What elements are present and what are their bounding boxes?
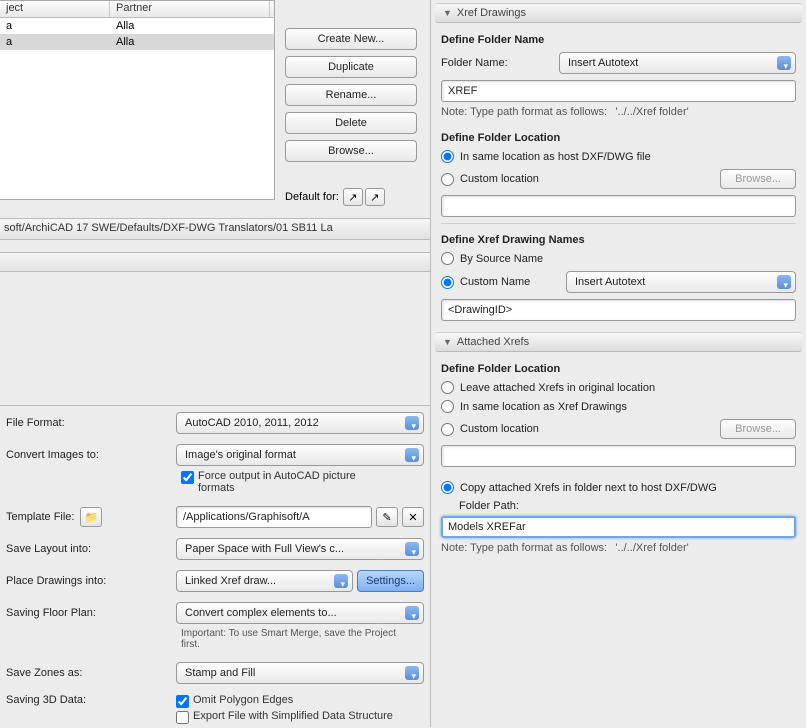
same-as-xref-radio[interactable] (441, 400, 454, 413)
same-location-radio[interactable] (441, 150, 454, 163)
drawing-id-input[interactable] (441, 299, 796, 321)
file-format-label: File Format: (6, 417, 176, 429)
col-header-project[interactable]: ject (0, 1, 110, 17)
leave-attached-radio[interactable] (441, 381, 454, 394)
save-zones-label: Save Zones as: (6, 667, 176, 679)
delete-button[interactable]: Delete (285, 112, 417, 134)
saving-floor-plan-dropdown[interactable]: Convert complex elements to... (176, 602, 424, 624)
custom-location-browse-button[interactable]: Browse... (720, 169, 796, 189)
path-format-note: Note: Type path format as follows: '../.… (441, 106, 796, 118)
section-divider (0, 252, 430, 272)
list-row[interactable]: a Alla (0, 18, 274, 34)
browse-button[interactable]: Browse... (285, 140, 417, 162)
convert-images-label: Convert Images to: (6, 449, 176, 461)
template-action-1[interactable]: ✎ (376, 507, 398, 527)
attached-path-format-note: Note: Type path format as follows: '../.… (441, 542, 796, 554)
folder-name-input[interactable] (441, 80, 796, 102)
settings-button[interactable]: Settings... (357, 570, 424, 592)
duplicate-button[interactable]: Duplicate (285, 56, 417, 78)
path-display: soft/ArchiCAD 17 SWE/Defaults/DXF-DWG Tr… (0, 218, 430, 240)
template-file-label: Template File: (6, 511, 74, 523)
list-header: ject Partner (0, 1, 274, 18)
section-title: Xref Drawings (457, 7, 526, 19)
section-title: Attached Xrefs (457, 336, 529, 348)
by-source-name-label: By Source Name (460, 253, 543, 265)
create-new-button[interactable]: Create New... (285, 28, 417, 50)
custom-name-radio[interactable] (441, 276, 454, 289)
list-row[interactable]: a Alla (0, 34, 274, 50)
omit-polygon-label: Omit Polygon Edges (193, 694, 293, 706)
custom-name-label: Custom Name (460, 276, 560, 288)
custom-name-autotext-dropdown[interactable]: Insert Autotext (566, 271, 796, 293)
default-for-icon-1[interactable]: ↗ (343, 188, 363, 206)
save-layout-dropdown[interactable]: Paper Space with Full View's c... (176, 538, 424, 560)
clear-icon: ✕ (408, 511, 417, 524)
attached-custom-location-input[interactable] (441, 445, 796, 467)
arrow-icon: ↗ (348, 191, 357, 204)
folder-name-label: Folder Name: (441, 57, 551, 69)
by-source-name-radio[interactable] (441, 252, 454, 265)
saving-3d-label: Saving 3D Data: (6, 694, 176, 706)
default-for-icon-2[interactable]: ↗ (365, 188, 385, 206)
same-as-xref-label: In same location as Xref Drawings (460, 401, 627, 413)
translators-list[interactable]: ject Partner a Alla a Alla (0, 0, 275, 200)
col-header-partner[interactable]: Partner (110, 1, 270, 17)
place-drawings-dropdown[interactable]: Linked Xref draw... (176, 570, 353, 592)
file-format-dropdown[interactable]: AutoCAD 2010, 2011, 2012 (176, 412, 424, 434)
attached-xrefs-section-header[interactable]: ▼ Attached Xrefs (435, 332, 802, 352)
place-drawings-label: Place Drawings into: (6, 575, 176, 587)
arrow-icon: ↗ (370, 191, 379, 204)
attached-custom-location-radio[interactable] (441, 423, 454, 436)
force-output-checkbox[interactable] (181, 471, 194, 484)
define-folder-location-heading: Define Folder Location (441, 132, 796, 144)
copy-attached-radio[interactable] (441, 481, 454, 494)
default-for-row: Default for: ↗ ↗ (285, 188, 385, 206)
custom-location-label: Custom location (460, 173, 539, 185)
folder-icon: 📁 (85, 511, 99, 524)
same-location-label: In same location as host DXF/DWG file (460, 151, 651, 163)
attached-browse-button[interactable]: Browse... (720, 419, 796, 439)
saving-floor-plan-label: Saving Floor Plan: (6, 607, 176, 619)
define-xref-names-heading: Define Xref Drawing Names (441, 234, 796, 246)
omit-polygon-checkbox[interactable] (176, 695, 189, 708)
copy-attached-label: Copy attached Xrefs in folder next to ho… (460, 482, 717, 494)
default-for-label: Default for: (285, 191, 339, 203)
custom-location-radio[interactable] (441, 173, 454, 186)
convert-images-dropdown[interactable]: Image's original format (176, 444, 424, 466)
edit-icon: ✎ (382, 511, 391, 524)
folder-path-label: Folder Path: (459, 500, 796, 512)
folder-icon-button[interactable]: 📁 (80, 507, 102, 527)
rename-button[interactable]: Rename... (285, 84, 417, 106)
export-simplified-label: Export File with Simplified Data Structu… (193, 710, 393, 722)
folder-path-input[interactable] (441, 516, 796, 538)
custom-location-input[interactable] (441, 195, 796, 217)
xref-drawings-section-header[interactable]: ▼ Xref Drawings (435, 3, 802, 23)
leave-attached-label: Leave attached Xrefs in original locatio… (460, 382, 655, 394)
save-zones-dropdown[interactable]: Stamp and Fill (176, 662, 424, 684)
attached-folder-location-heading: Define Folder Location (441, 363, 796, 375)
template-file-input[interactable] (176, 506, 372, 528)
define-folder-name-heading: Define Folder Name (441, 34, 796, 46)
insert-autotext-dropdown[interactable]: Insert Autotext (559, 52, 796, 74)
export-simplified-checkbox[interactable] (176, 711, 189, 724)
disclosure-triangle-icon: ▼ (443, 337, 452, 347)
template-action-2[interactable]: ✕ (402, 507, 424, 527)
save-layout-label: Save Layout into: (6, 543, 176, 555)
disclosure-triangle-icon: ▼ (443, 8, 452, 18)
attached-custom-location-label: Custom location (460, 423, 539, 435)
force-output-label: Force output in AutoCAD picture formats (198, 470, 378, 494)
smart-merge-note: Important: To use Smart Merge, save the … (181, 628, 411, 650)
